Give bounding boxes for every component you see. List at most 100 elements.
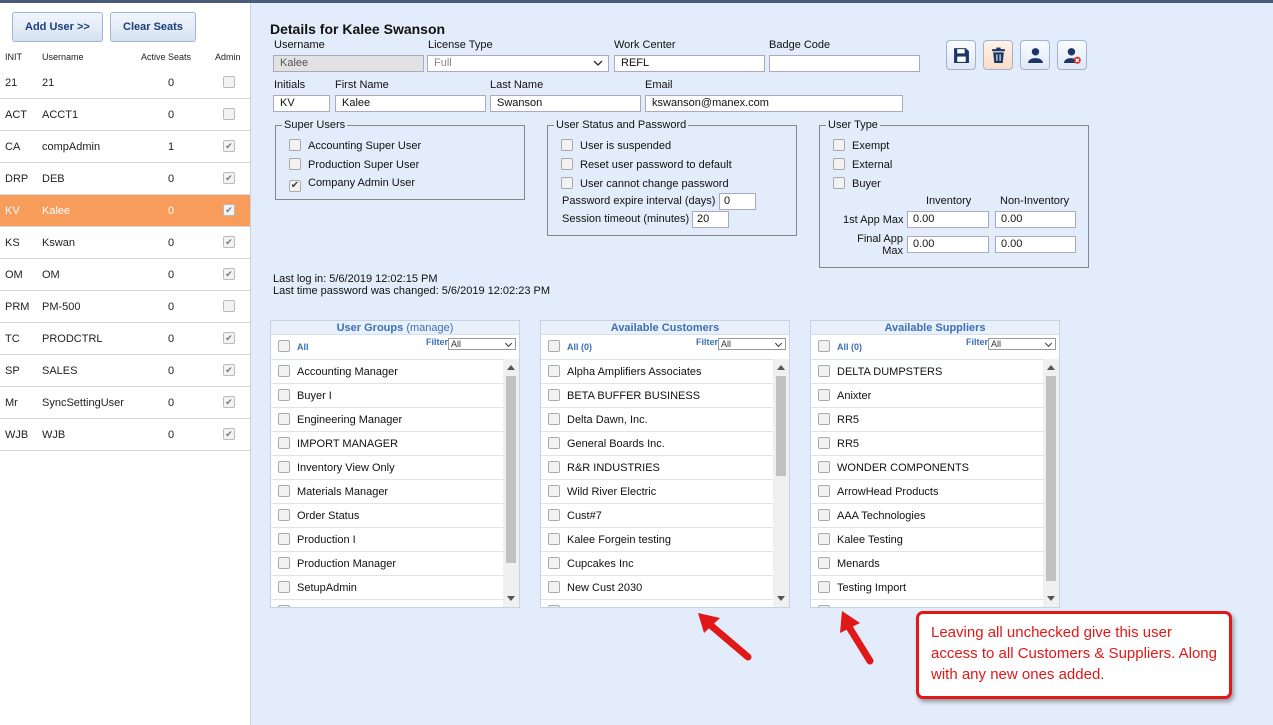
- user-row[interactable]: KV Kalee 0 ✔: [0, 195, 250, 227]
- suppliers-filter-select[interactable]: All: [988, 338, 1056, 350]
- user-row[interactable]: CA compAdmin 1 ✔: [0, 131, 250, 163]
- checkbox-option[interactable]: User is suspended: [561, 139, 671, 152]
- checkbox[interactable]: [561, 139, 573, 151]
- checkbox[interactable]: ✔: [289, 180, 301, 192]
- list-item[interactable]: IMPORT MANAGER: [271, 432, 503, 456]
- checkbox[interactable]: [561, 158, 573, 170]
- work-center-field[interactable]: REFL: [614, 55, 765, 72]
- initials-field[interactable]: KV: [273, 95, 330, 112]
- col-init[interactable]: INIT: [5, 52, 22, 62]
- user-row[interactable]: OM OM 0 ✔: [0, 259, 250, 291]
- item-checkbox[interactable]: [548, 461, 560, 473]
- list-item[interactable]: Anixter: [811, 384, 1043, 408]
- item-checkbox[interactable]: [548, 413, 560, 425]
- list-item[interactable]: Cupcakes Inc: [541, 552, 773, 576]
- item-checkbox[interactable]: [818, 485, 830, 497]
- username-field[interactable]: Kalee: [273, 55, 424, 72]
- item-checkbox[interactable]: [818, 509, 830, 521]
- col-admin[interactable]: Admin: [215, 52, 241, 62]
- scroll-thumb[interactable]: [1046, 376, 1056, 581]
- item-checkbox[interactable]: [278, 509, 290, 521]
- item-checkbox[interactable]: [548, 509, 560, 521]
- list-item[interactable]: Production Manager: [271, 552, 503, 576]
- checkbox[interactable]: [289, 158, 301, 170]
- list-item[interactable]: Kalee Forgein testing: [541, 528, 773, 552]
- item-checkbox[interactable]: [548, 485, 560, 497]
- checkbox[interactable]: [289, 139, 301, 151]
- list-item[interactable]: RR5: [811, 432, 1043, 456]
- item-checkbox[interactable]: [278, 557, 290, 569]
- first-name-field[interactable]: Kalee: [335, 95, 486, 112]
- checkbox[interactable]: [833, 158, 845, 170]
- checkbox-option[interactable]: Production Super User: [289, 158, 419, 171]
- list-item[interactable]: Inventory View Only: [271, 456, 503, 480]
- first-app-inventory-input[interactable]: 0.00: [907, 211, 989, 228]
- item-checkbox[interactable]: [278, 365, 290, 377]
- customers-filter-select[interactable]: All: [718, 338, 786, 350]
- item-checkbox[interactable]: [818, 389, 830, 401]
- item-checkbox[interactable]: [278, 581, 290, 593]
- final-app-non-inventory-input[interactable]: 0.00: [995, 236, 1076, 253]
- save-button[interactable]: [946, 40, 976, 70]
- item-checkbox[interactable]: [548, 437, 560, 449]
- list-item[interactable]: Kalee Testing: [811, 528, 1043, 552]
- item-checkbox[interactable]: [818, 605, 830, 607]
- add-user-button[interactable]: Add User >>: [12, 12, 103, 42]
- user-row[interactable]: 21 21 0: [0, 67, 250, 99]
- select-all-checkbox[interactable]: [278, 340, 290, 352]
- item-checkbox[interactable]: [548, 605, 560, 607]
- list-item[interactable]: BETA BUFFER BUSINESS: [541, 384, 773, 408]
- item-checkbox[interactable]: [548, 557, 560, 569]
- list-item[interactable]: ToolC...: [271, 600, 503, 607]
- col-active-seats[interactable]: Active Seats: [141, 52, 191, 62]
- list-item[interactable]: Accounting Manager: [271, 360, 503, 384]
- select-all-checkbox[interactable]: [818, 340, 830, 352]
- list-item[interactable]: SetupAdmin: [271, 576, 503, 600]
- item-checkbox[interactable]: [818, 533, 830, 545]
- item-checkbox[interactable]: [818, 437, 830, 449]
- list-item[interactable]: Delta Dawn, Inc.: [541, 408, 773, 432]
- first-app-non-inventory-input[interactable]: 0.00: [995, 211, 1076, 228]
- user-row[interactable]: DRP DEB 0 ✔: [0, 163, 250, 195]
- item-checkbox[interactable]: [818, 413, 830, 425]
- scroll-down-arrow[interactable]: [507, 596, 515, 601]
- checkbox-option[interactable]: External: [833, 158, 892, 171]
- customers-all[interactable]: All (0): [548, 340, 592, 352]
- final-app-inventory-input[interactable]: 0.00: [907, 236, 989, 253]
- list-item[interactable]: Engineering Manager: [271, 408, 503, 432]
- user-button[interactable]: [1020, 40, 1050, 70]
- list-item[interactable]: Order Status: [271, 504, 503, 528]
- item-checkbox[interactable]: [548, 533, 560, 545]
- scroll-up-arrow[interactable]: [507, 365, 515, 370]
- checkbox-option[interactable]: Reset user password to default: [561, 158, 732, 171]
- user-row[interactable]: Mr SyncSettingUser 0 ✔: [0, 387, 250, 419]
- list-item[interactable]: Cust#7: [541, 504, 773, 528]
- session-timeout-input[interactable]: 20: [692, 211, 729, 228]
- suppliers-scrollbar[interactable]: [1043, 359, 1059, 607]
- user-groups-all[interactable]: All: [278, 340, 309, 352]
- item-checkbox[interactable]: [818, 461, 830, 473]
- list-item[interactable]: Buyer I: [271, 384, 503, 408]
- delete-button[interactable]: [983, 40, 1013, 70]
- item-checkbox[interactable]: [278, 485, 290, 497]
- list-item[interactable]: R&R INDUSTRIES: [541, 456, 773, 480]
- item-checkbox[interactable]: [278, 605, 290, 607]
- user-row[interactable]: PRM PM-500 0: [0, 291, 250, 323]
- item-checkbox[interactable]: [548, 365, 560, 377]
- user-row[interactable]: TC PRODCTRL 0 ✔: [0, 323, 250, 355]
- customers-scrollbar[interactable]: [773, 359, 789, 607]
- select-all-checkbox[interactable]: [548, 340, 560, 352]
- list-item[interactable]: DELTA DUMPSTERS: [811, 360, 1043, 384]
- checkbox-option[interactable]: ✔ Company Admin User: [289, 177, 415, 192]
- email-field[interactable]: kswanson@manex.com: [645, 95, 903, 112]
- scroll-up-arrow[interactable]: [777, 365, 785, 370]
- col-username[interactable]: Username: [42, 52, 84, 62]
- checkbox-option[interactable]: Buyer: [833, 177, 881, 190]
- password-expire-input[interactable]: 0: [719, 193, 756, 210]
- scroll-thumb[interactable]: [506, 376, 516, 563]
- user-row[interactable]: SP SALES 0 ✔: [0, 355, 250, 387]
- last-name-field[interactable]: Swanson: [490, 95, 641, 112]
- list-item[interactable]: Production I: [271, 528, 503, 552]
- item-checkbox[interactable]: [818, 365, 830, 377]
- user-row[interactable]: WJB WJB 0 ✔: [0, 419, 250, 451]
